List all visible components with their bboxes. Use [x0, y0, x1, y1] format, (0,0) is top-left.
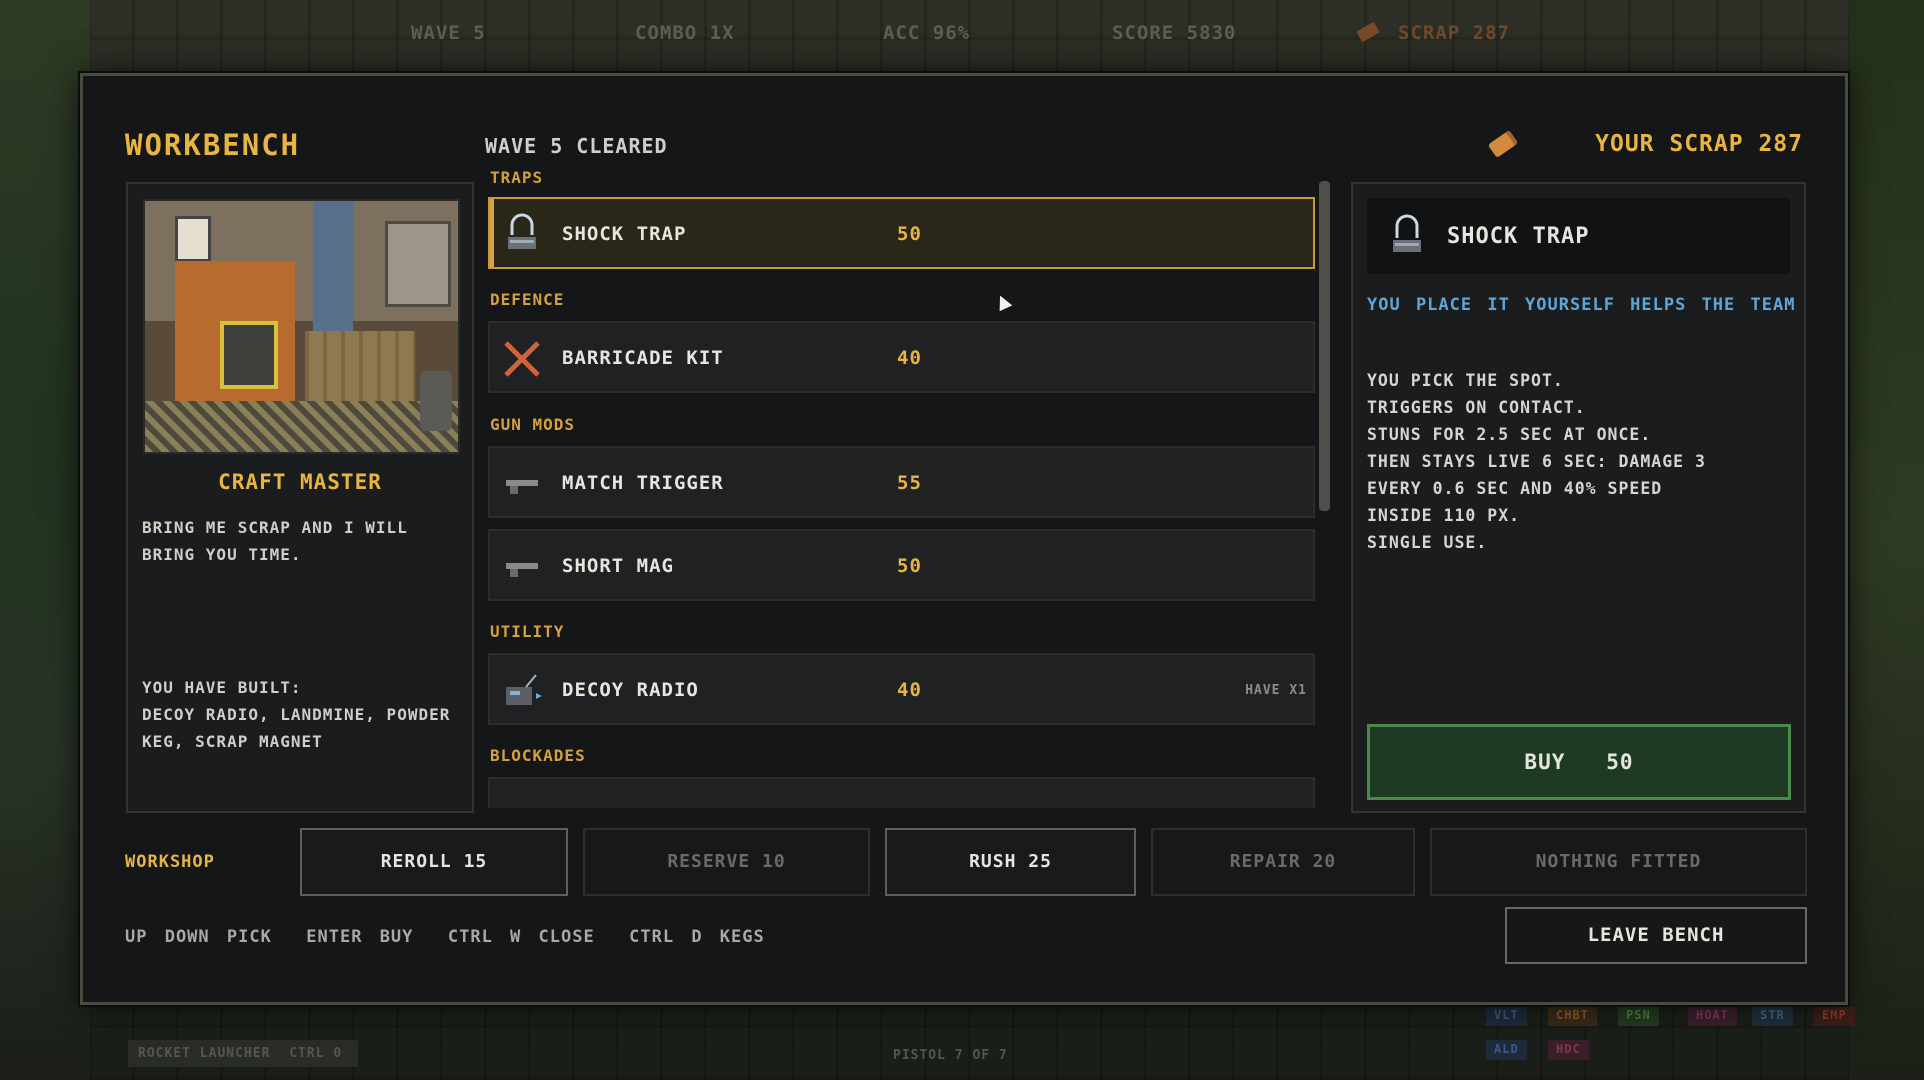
item-row-decoy-radio[interactable]: DECOY RADIO 40 HAVE X1: [488, 653, 1315, 725]
barricade-icon: [504, 341, 540, 377]
item-name: BARRICADE KIT: [562, 347, 724, 369]
hud-wave: WAVE 5: [411, 22, 486, 44]
description-line: SINGLE USE.: [1367, 533, 1488, 552]
hud-scrap: SCRAP 287: [1398, 22, 1510, 44]
built-summary: YOU HAVE BUILT: DECOY RADIO, LANDMINE, P…: [142, 674, 467, 755]
wave-status: WAVE 5 CLEARED: [485, 134, 668, 158]
detail-header: SHOCK TRAP: [1367, 198, 1790, 274]
item-tags: YOU PLACE IT YOURSELF HELPS THE TEAM: [1367, 295, 1796, 315]
gun-icon: [506, 480, 538, 494]
category-traps: TRAPS: [490, 168, 544, 187]
item-price: 50: [897, 223, 922, 245]
npc-quote: BRING ME SCRAP AND I WILL BRING YOU TIME…: [142, 518, 408, 564]
weapon-slot-key: CTRL 0: [289, 1046, 343, 1061]
workshop-label: WORKSHOP: [125, 852, 215, 872]
item-row-short-mag[interactable]: SHORT MAG 50: [488, 529, 1315, 601]
item-description: YOU PICK THE SPOT. TRIGGERS ON CONTACT. …: [1367, 367, 1797, 556]
built-label: YOU HAVE BUILT:: [142, 678, 302, 697]
reroll-button[interactable]: REROLL 15: [300, 828, 568, 896]
description-line: EVERY 0.6 SEC AND 40% SPEED: [1367, 479, 1663, 498]
workbench-title: WORKBENCH: [125, 128, 301, 162]
ammo-readout: PISTOL 7 OF 7: [893, 1048, 1008, 1063]
owned-count: HAVE X1: [1245, 683, 1307, 698]
npc-portrait: [143, 199, 460, 454]
built-list: DECOY RADIO, LANDMINE, POWDER KEG, SCRAP…: [142, 705, 451, 751]
weapon-slot-label: ROCKET LAUNCHER: [138, 1046, 271, 1061]
workbench-modal: WORKBENCH WAVE 5 CLEARED YOUR SCRAP 287 …: [80, 73, 1848, 1005]
radio-icon: [506, 674, 542, 705]
detail-panel: SHOCK TRAP YOU PLACE IT YOURSELF HELPS T…: [1351, 182, 1806, 813]
your-scrap-count: YOUR SCRAP 287: [1595, 131, 1803, 157]
keyboard-hints: UP DOWN PICK ENTER BUY CTRL W CLOSE CTRL…: [125, 927, 765, 947]
status-chip: ALD: [1486, 1040, 1527, 1060]
description-line: YOU PICK THE SPOT.: [1367, 371, 1564, 390]
item-list: TRAPS SHOCK TRAP 50 DEFENCE BARRICADE KI…: [488, 168, 1318, 808]
status-chip: CHBT: [1548, 1006, 1597, 1026]
item-price: 55: [897, 472, 922, 494]
category-gun-mods: GUN MODS: [490, 415, 576, 434]
category-blockades: BLOCKADES: [490, 746, 586, 765]
rush-button[interactable]: RUSH 25: [885, 828, 1136, 896]
category-utility: UTILITY: [490, 622, 565, 641]
scrap-icon: [1487, 129, 1519, 159]
item-row-match-trigger[interactable]: MATCH TRIGGER 55: [488, 446, 1315, 518]
leave-bench-button[interactable]: LEAVE BENCH: [1505, 907, 1807, 964]
status-chip: PSN: [1618, 1006, 1659, 1026]
category-defence: DEFENCE: [490, 290, 565, 309]
item-name: DECOY RADIO: [562, 679, 699, 701]
reserve-button[interactable]: RESERVE 10: [583, 828, 870, 896]
status-chip: HDC: [1548, 1040, 1589, 1060]
npc-name: CRAFT MASTER: [218, 470, 382, 494]
description-line: TRIGGERS ON CONTACT.: [1367, 398, 1586, 417]
item-price: 50: [897, 555, 922, 577]
repair-button[interactable]: REPAIR 20: [1151, 828, 1415, 896]
item-price: 40: [897, 347, 922, 369]
weapon-slot: ROCKET LAUNCHER CTRL 0: [128, 1040, 358, 1067]
item-row-barricade-kit[interactable]: BARRICADE KIT 40: [488, 321, 1315, 393]
description-line: THEN STAYS LIVE 6 SEC: DAMAGE 3: [1367, 452, 1706, 471]
hud-score: SCORE 5830: [1112, 22, 1237, 44]
hud-combo: COMBO 1X: [635, 22, 735, 44]
status-chip: HOAT: [1688, 1006, 1737, 1026]
detail-item-name: SHOCK TRAP: [1447, 224, 1590, 249]
hud-accuracy: ACC 96%: [883, 22, 971, 44]
gun-icon: [506, 563, 538, 577]
item-price: 40: [897, 679, 922, 701]
shock-trap-icon: [1393, 214, 1421, 252]
buy-button[interactable]: BUY 50: [1367, 724, 1791, 800]
list-scrollbar[interactable]: [1319, 181, 1330, 511]
item-name: SHORT MAG: [562, 555, 674, 577]
fitted-slot-button[interactable]: NOTHING FITTED: [1430, 828, 1807, 896]
status-chip: EMP: [1814, 1006, 1855, 1026]
item-name: SHOCK TRAP: [562, 223, 687, 245]
status-chip: VLT: [1486, 1006, 1527, 1026]
description-line: STUNS FOR 2.5 SEC AT ONCE.: [1367, 425, 1652, 444]
status-chip: STR: [1752, 1006, 1793, 1026]
item-name: MATCH TRIGGER: [562, 472, 724, 494]
item-row-partial[interactable]: [488, 777, 1315, 808]
description-line: INSIDE 110 PX.: [1367, 506, 1521, 525]
item-row-shock-trap[interactable]: SHOCK TRAP 50: [488, 197, 1315, 269]
shock-trap-icon: [508, 213, 536, 249]
npc-panel: CRAFT MASTER BRING ME SCRAP AND I WILL B…: [126, 182, 474, 813]
